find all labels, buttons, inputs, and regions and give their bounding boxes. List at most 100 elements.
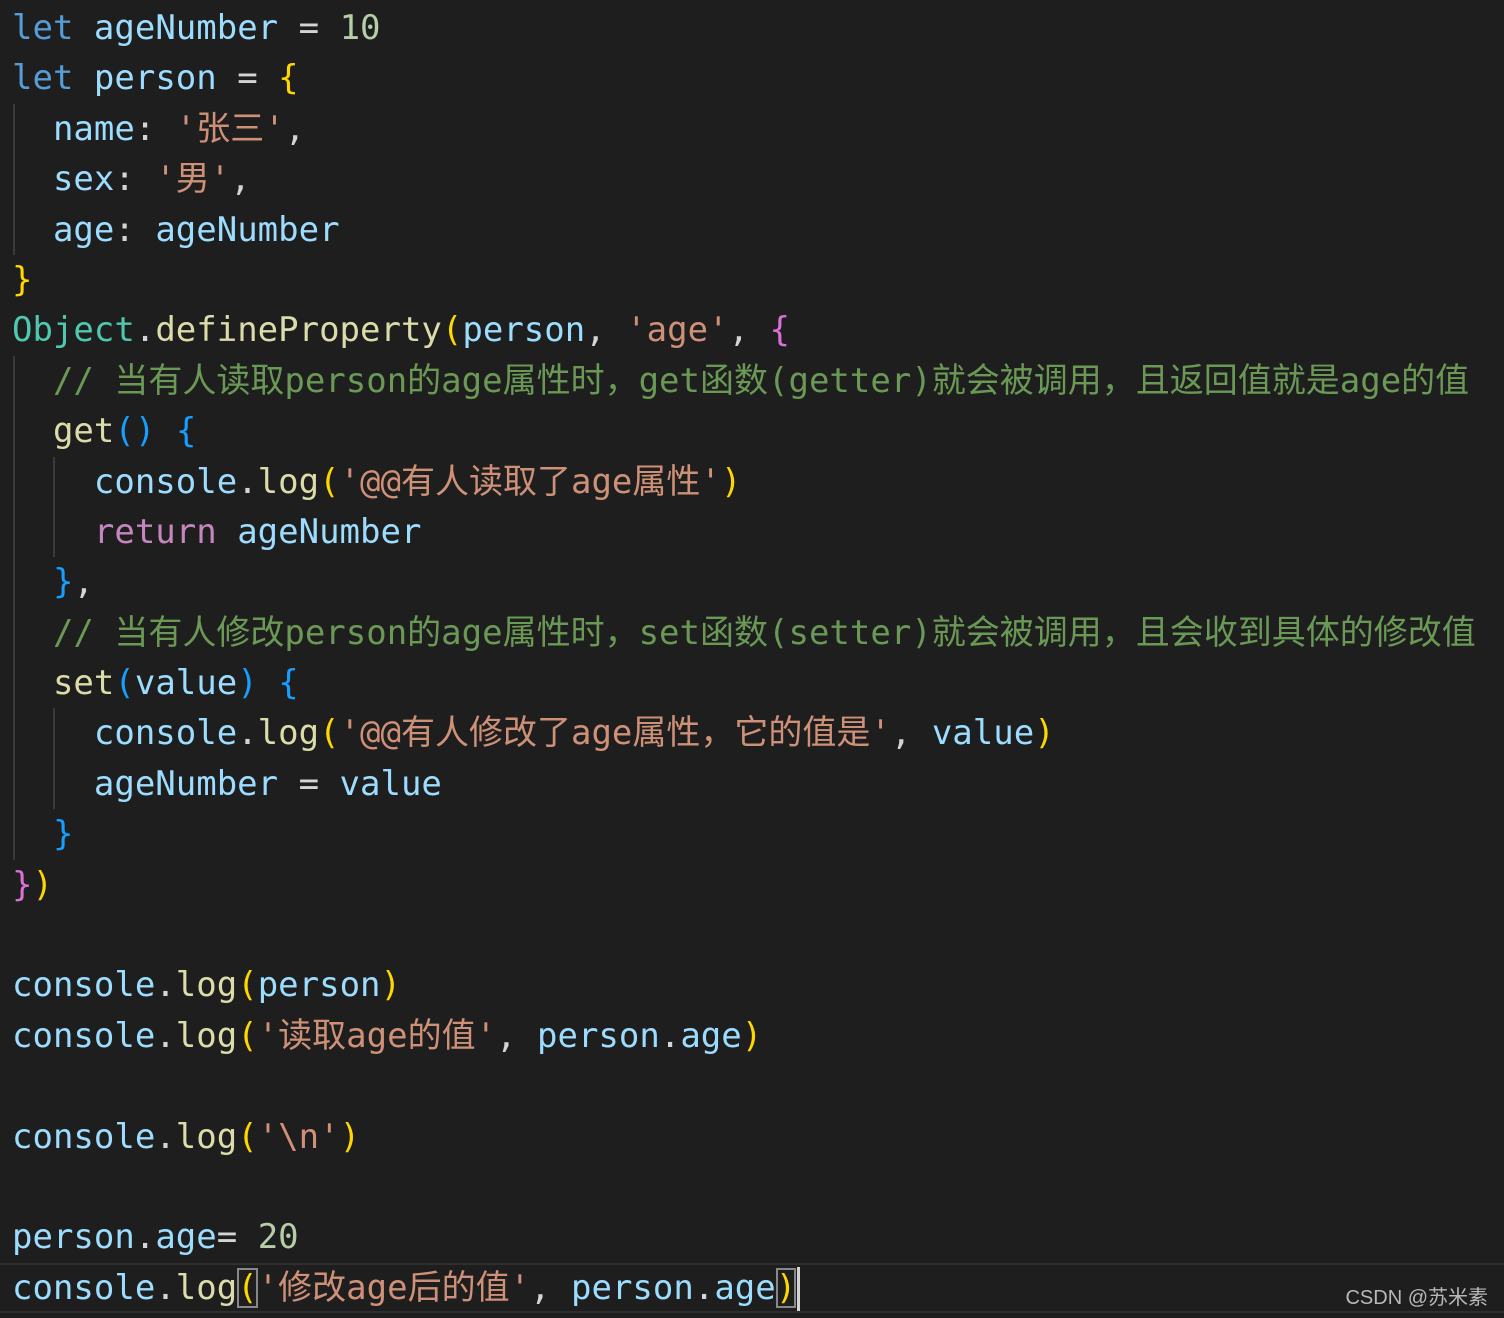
code-line[interactable]: console.log('@@有人修改了age属性，它的值是', value)	[12, 708, 1504, 759]
code-token: (	[114, 663, 135, 704]
code-token: '@@有人修改了age属性，它的值是'	[339, 713, 891, 754]
code-token: .	[155, 965, 176, 1006]
code-line[interactable]: set(value) {	[12, 658, 1504, 709]
code-token: }	[12, 864, 33, 905]
indent-guide	[13, 658, 15, 709]
code-line[interactable]: name: '张三',	[12, 103, 1504, 155]
code-token: {	[278, 58, 299, 99]
indent-guide	[13, 506, 15, 558]
code-line[interactable]: sex: '男',	[12, 154, 1504, 205]
indent-guide	[13, 456, 15, 507]
code-token: 10	[339, 8, 381, 48]
code-token: console	[12, 1015, 156, 1056]
code-token: ageNumber	[93, 763, 279, 804]
code-token: (	[237, 1015, 258, 1056]
code-token: '\n'	[257, 1116, 340, 1157]
indent-guide	[13, 103, 15, 155]
code-line[interactable]: }	[12, 809, 1504, 860]
code-token: Object	[12, 310, 135, 351]
code-token: .	[134, 1217, 156, 1258]
code-token: ageNumber	[155, 209, 340, 250]
code-token: )	[720, 461, 742, 502]
indent-guide	[13, 758, 15, 810]
code-token: '张三'	[175, 108, 285, 149]
code-line[interactable]: age: ageNumber	[12, 204, 1504, 255]
indent-guide	[53, 506, 55, 558]
indent-guide	[53, 456, 55, 507]
code-token: age	[52, 209, 115, 250]
code-line[interactable]: get() {	[12, 406, 1504, 457]
code-token: ,	[585, 310, 627, 351]
code-token: ,	[284, 108, 306, 149]
code-line[interactable]: console.log('\n')	[12, 1112, 1504, 1162]
code-token: person	[93, 58, 217, 99]
code-token: {	[769, 310, 790, 351]
code-token: .	[237, 461, 258, 502]
text-cursor	[797, 1267, 801, 1312]
indent-guide	[13, 809, 15, 860]
code-token: .	[237, 713, 258, 754]
code-line[interactable]: Object.defineProperty(person, 'age', {	[12, 305, 1504, 355]
code-token: ageNumber	[93, 8, 279, 48]
code-line[interactable]: let ageNumber = 10	[12, 3, 1504, 53]
code-line[interactable]: ageNumber = value	[12, 758, 1504, 810]
code-token: name	[52, 108, 135, 149]
indent-guide	[13, 406, 15, 457]
code-line[interactable]: console.log('@@有人读取了age属性')	[12, 456, 1504, 507]
code-line[interactable]: let person = {	[12, 53, 1504, 103]
code-token: ,	[530, 1267, 571, 1308]
code-token: let	[12, 58, 74, 99]
code-token: console	[12, 1267, 156, 1308]
code-token: '男'	[155, 159, 231, 200]
code-token: person	[462, 310, 586, 351]
code-token: console	[93, 461, 238, 502]
code-token: ,	[728, 310, 770, 351]
code-line[interactable]	[12, 1162, 1504, 1212]
code-token: set	[52, 663, 115, 704]
code-line[interactable]	[12, 910, 1504, 960]
code-token: )	[339, 1116, 361, 1157]
code-editor[interactable]: let ageNumber = 10 let person = { name: '…	[0, 3, 1504, 1314]
code-token: '读取age的值'	[257, 1015, 497, 1056]
indent-guide	[13, 557, 15, 608]
code-line[interactable]: }	[12, 255, 1504, 305]
code-token: log	[257, 461, 320, 502]
code-line[interactable]	[12, 1061, 1504, 1111]
code-token: ,	[230, 159, 251, 200]
code-token: console	[12, 965, 156, 1006]
code-token: return	[93, 511, 217, 552]
code-token: (	[319, 461, 340, 502]
code-token: '@@有人读取了age属性'	[339, 461, 721, 502]
code-line[interactable]: // 当有人读取person的age属性时，get函数(getter)就会被调用…	[12, 355, 1504, 407]
code-line[interactable]: })	[12, 860, 1504, 910]
code-token: ageNumber	[237, 511, 422, 552]
code-token: )	[380, 965, 401, 1006]
code-token: }	[52, 814, 74, 855]
watermark: CSDN @苏米素	[1345, 1287, 1488, 1309]
code-token: }	[52, 562, 74, 603]
indent-guide	[13, 708, 15, 759]
code-token: log	[175, 1116, 238, 1157]
code-token: .	[155, 1267, 176, 1308]
code-line[interactable]: console.log('读取age的值', person.age)	[12, 1011, 1504, 1061]
code-line[interactable]: },	[12, 557, 1504, 608]
code-token: =	[216, 1217, 258, 1258]
code-line[interactable]: person.age= 20	[12, 1212, 1504, 1262]
code-token: }	[12, 259, 33, 300]
code-line[interactable]: return ageNumber	[12, 506, 1504, 558]
code-token: =	[278, 763, 340, 804]
code-line[interactable]: console.log(person)	[12, 960, 1504, 1010]
indent-guide	[13, 154, 15, 205]
code-line[interactable]: // 当有人修改person的age属性时，set函数(setter)就会被调用…	[12, 607, 1504, 659]
code-token: .	[155, 1015, 176, 1056]
code-line[interactable]: console.log('修改age后的值', person.age)	[0, 1262, 1504, 1314]
